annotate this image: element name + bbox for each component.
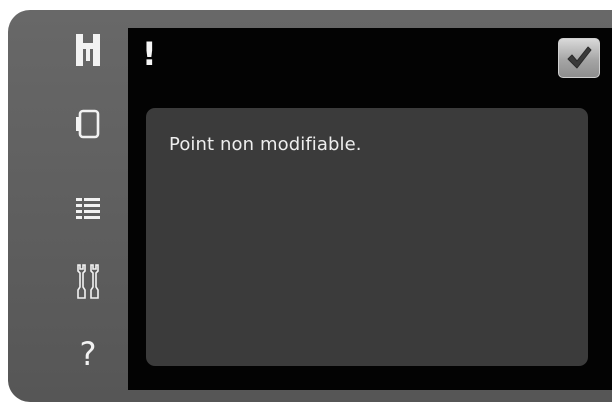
tools-icon bbox=[77, 264, 99, 299]
alert-icon: ! bbox=[142, 35, 157, 73]
help-button[interactable]: ? bbox=[62, 332, 114, 376]
message-text: Point non modifiable. bbox=[169, 134, 362, 155]
stitch-menu-button[interactable] bbox=[62, 28, 114, 72]
main-screen: ! Point non modifiable. bbox=[128, 28, 612, 390]
stitch-menu-icon bbox=[76, 34, 100, 66]
sidebar: ? bbox=[48, 28, 128, 390]
checkmark-icon bbox=[567, 46, 592, 69]
message-panel: Point non modifiable. bbox=[146, 108, 588, 366]
help-icon: ? bbox=[79, 335, 97, 373]
screen-button[interactable] bbox=[62, 102, 114, 146]
screen-icon bbox=[76, 109, 100, 139]
list-icon bbox=[76, 198, 100, 219]
tools-button[interactable] bbox=[62, 260, 114, 304]
confirm-button[interactable] bbox=[558, 38, 600, 78]
list-button[interactable] bbox=[62, 186, 114, 230]
